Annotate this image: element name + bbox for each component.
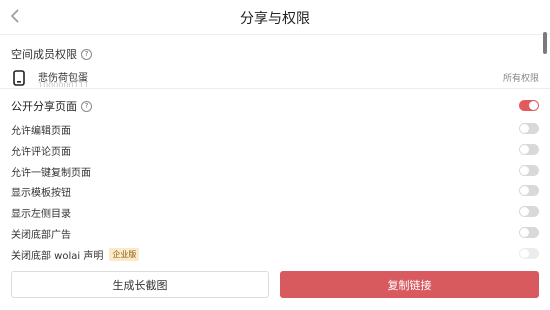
member-id: 1000000111	[38, 81, 89, 87]
scrollbar[interactable]	[543, 32, 547, 54]
toggle-knob	[520, 166, 529, 175]
help-icon[interactable]: ?	[81, 48, 92, 60]
copy-link-button[interactable]: 复制链接	[280, 271, 539, 298]
option-label: 允许评论页面	[11, 146, 71, 158]
toggle-knob	[520, 249, 529, 258]
section-divider	[0, 88, 550, 89]
member-permission[interactable]: 所有权限	[503, 71, 539, 84]
help-icon[interactable]: ?	[81, 100, 92, 112]
allow-edit-toggle[interactable]	[519, 123, 539, 134]
toggle-knob	[520, 124, 529, 133]
show-template-button-toggle[interactable]	[519, 185, 539, 196]
option-row-ads: 关闭底部广告	[11, 223, 541, 243]
public-share-row: 公开分享页面 ?	[11, 96, 541, 116]
hide-declaration-toggle	[519, 248, 539, 259]
option-label: 关闭底部广告	[11, 229, 71, 241]
generate-long-image-button[interactable]: 生成长截图	[11, 271, 269, 298]
option-label: 允许一键复制页面	[11, 167, 91, 179]
option-row-duplicate: 允许一键复制页面	[11, 161, 541, 181]
members-section-label: 空间成员权限	[11, 48, 77, 61]
option-label: 显示模板按钮	[11, 187, 71, 199]
option-row-toc: 显示左侧目录	[11, 202, 541, 222]
public-share-title: 公开分享页面	[11, 100, 77, 113]
toggle-knob	[520, 207, 529, 216]
phone-icon	[13, 70, 25, 86]
public-share-toggle[interactable]	[519, 100, 539, 111]
allow-comment-toggle[interactable]	[519, 144, 539, 155]
top-bar: 分享与权限	[0, 0, 550, 34]
toggle-knob	[529, 101, 538, 110]
members-section-title: 空间成员权限 ?	[11, 46, 92, 62]
option-label: 显示左侧目录	[11, 208, 71, 220]
header-divider	[0, 34, 550, 35]
option-label-text: 关闭底部 wolai 声明	[11, 250, 104, 262]
page-title: 分享与权限	[240, 11, 310, 27]
enterprise-badge: 企业版	[109, 247, 140, 261]
member-row: 悲伤荷包蛋 1000000111 所有权限	[11, 66, 541, 88]
show-toc-toggle[interactable]	[519, 206, 539, 217]
toggle-knob	[520, 228, 529, 237]
option-label: 允许编辑页面	[11, 125, 71, 137]
option-label: 关闭底部 wolai 声明 企业版	[11, 247, 140, 262]
option-row-declaration: 关闭底部 wolai 声明 企业版	[11, 244, 541, 264]
toggle-knob	[520, 186, 529, 195]
option-row-comment: 允许评论页面	[11, 140, 541, 160]
hide-ads-toggle[interactable]	[519, 227, 539, 238]
option-row-edit: 允许编辑页面	[11, 119, 541, 139]
allow-duplicate-toggle[interactable]	[519, 165, 539, 176]
option-row-template: 显示模板按钮	[11, 181, 541, 201]
public-share-label: 公开分享页面 ?	[11, 98, 92, 114]
toggle-knob	[520, 145, 529, 154]
